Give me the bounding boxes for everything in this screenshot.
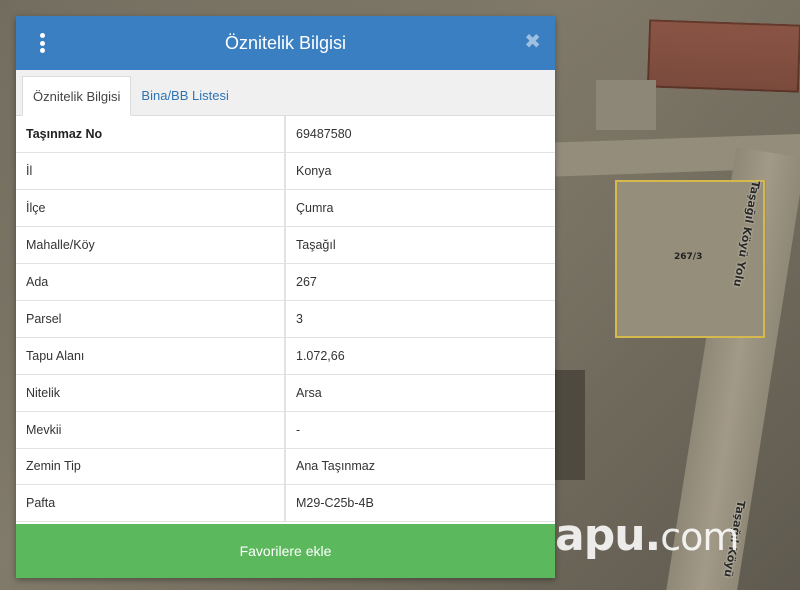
attribute-value: 267 — [285, 263, 555, 301]
attribute-key: İlçe — [16, 189, 286, 228]
attribute-value: Arsa — [285, 374, 555, 412]
attribute-key: Mevkii — [16, 411, 286, 449]
table-row: Ada 267 — [16, 263, 555, 301]
attribute-value: 3 — [285, 300, 555, 338]
attribute-value: - — [285, 411, 555, 449]
tree-shadow — [555, 370, 585, 480]
table-row: Mevkii - — [16, 411, 555, 449]
parcel-label: 267/3 — [674, 252, 703, 262]
watermark-suffix: com — [660, 515, 739, 559]
attribute-key: Parsel — [16, 300, 286, 338]
table-row: Zemin Tip Ana Taşınmaz — [16, 448, 555, 486]
attribute-key: Pafta — [16, 484, 286, 523]
add-favorite-button[interactable]: Favorilere ekle — [16, 524, 555, 578]
popup-header: Öznitelik Bilgisi ✖ — [16, 16, 555, 70]
tab-bar: Öznitelik Bilgisi Bina/BB Listesi — [16, 70, 555, 116]
close-icon[interactable]: ✖ — [524, 30, 541, 54]
attribute-value: Çumra — [285, 189, 555, 228]
attribute-key: Ada — [16, 263, 286, 301]
attribute-value: M29-C25b-4B — [285, 484, 555, 523]
table-row: Pafta M29-C25b-4B — [16, 484, 555, 523]
vertical-dots-icon[interactable] — [38, 33, 46, 53]
table-row: Mahalle/Köy Taşağıl — [16, 226, 555, 265]
attribute-value: Konya — [285, 152, 555, 191]
tab-attribute-info[interactable]: Öznitelik Bilgisi — [22, 76, 132, 116]
attribute-key: Tapu Alanı — [16, 337, 286, 375]
attribute-value: Ana Taşınmaz — [285, 448, 555, 486]
table-row: Parsel 3 — [16, 300, 555, 338]
tab-building-list[interactable]: Bina/BB Listesi — [131, 75, 238, 115]
table-row: Taşınmaz No 69487580 — [16, 116, 555, 154]
building-roof — [646, 19, 800, 93]
popup-title: Öznitelik Bilgisi — [224, 32, 347, 53]
attribute-key: Taşınmaz No — [16, 116, 286, 154]
attribute-key: İl — [16, 152, 286, 191]
attribute-table: Taşınmaz No 69487580 İl Konya İlçe Çumra… — [16, 116, 555, 523]
attribute-key: Mahalle/Köy — [16, 226, 286, 265]
attribute-key: Nitelik — [16, 374, 286, 412]
table-row: Tapu Alanı 1.072,66 — [16, 337, 555, 375]
tapu-watermark: tapu.com — [535, 510, 739, 561]
table-row: İlçe Çumra — [16, 189, 555, 228]
attribute-key: Zemin Tip — [16, 448, 286, 486]
attribute-value: 1.072,66 — [285, 337, 555, 375]
table-row: İl Konya — [16, 152, 555, 191]
attribute-value: Taşağıl — [285, 226, 555, 265]
attribute-popup: Öznitelik Bilgisi ✖ Öznitelik Bilgisi Bi… — [16, 16, 555, 578]
table-row: Nitelik Arsa — [16, 374, 555, 412]
attribute-value: 69487580 — [285, 116, 555, 154]
building — [596, 80, 656, 130]
